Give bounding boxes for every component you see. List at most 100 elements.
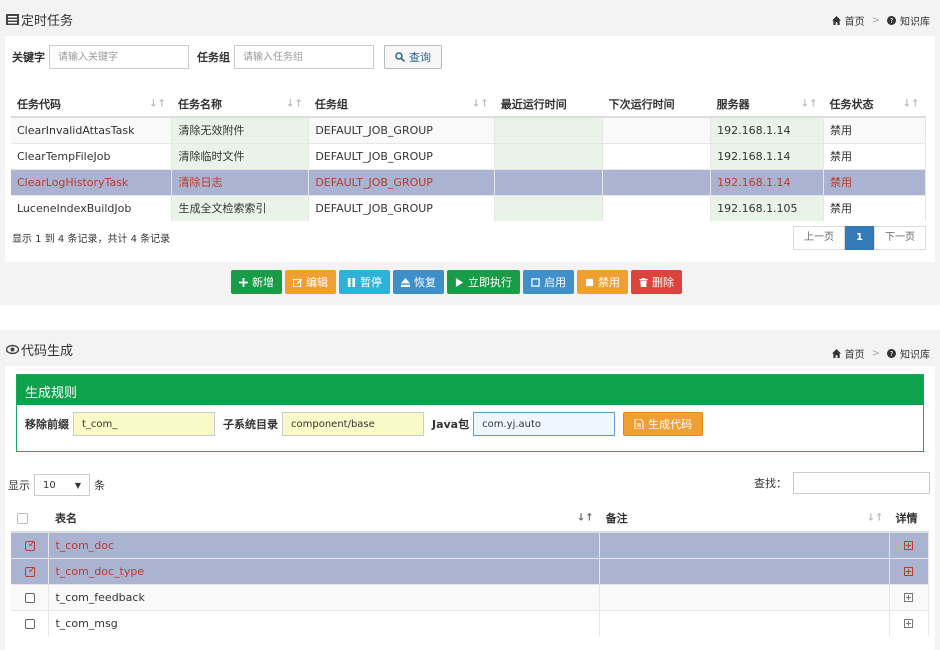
col-label: 任务组 — [314, 97, 348, 111]
pause-button-label: 暂停 — [360, 276, 382, 289]
generate-code-label: 生成代码 — [648, 418, 693, 431]
breadcrumb-separator: > — [871, 15, 880, 26]
query-button[interactable]: 查询 — [384, 45, 442, 69]
query-button-label: 查询 — [409, 51, 431, 64]
table-row[interactable]: ClearTempFileJob 清除临时文件 DEFAULT_JOB_GROU… — [11, 142, 926, 169]
col-remark[interactable]: 备注 ↓↑ — [599, 504, 890, 533]
next-page-button[interactable]: 下一页 — [874, 226, 926, 250]
enable-button-label: 启用 — [544, 276, 566, 289]
run-now-button[interactable]: 立即执行 — [447, 270, 520, 294]
question-icon: ? — [887, 16, 896, 25]
cell-check[interactable]: ✓ — [11, 531, 50, 558]
generate-code-button[interactable]: 生成代码 — [623, 412, 704, 436]
cell-check[interactable] — [11, 609, 50, 636]
cell-code: LuceneIndexBuildJob — [11, 194, 173, 221]
cell-table-name: t_com_doc — [48, 531, 601, 558]
group-input[interactable] — [234, 45, 374, 69]
keyword-input[interactable] — [49, 45, 189, 69]
cell-name: 清除无效附件 — [171, 116, 310, 143]
expand-plus-icon[interactable] — [904, 593, 914, 602]
table-row-selected[interactable]: ClearLogHistoryTask 清除日志 DEFAULT_JOB_GRO… — [11, 168, 926, 195]
breadcrumb-kb[interactable]: 知识库 — [900, 346, 930, 361]
table-row[interactable]: t_com_feedback — [11, 583, 930, 610]
cell-last — [494, 116, 604, 143]
sort-icon: ↓↑ — [286, 98, 303, 109]
table-row-selected[interactable]: ✓ t_com_doc — [11, 531, 930, 558]
page-1-button[interactable]: 1 — [845, 226, 874, 250]
resume-button[interactable]: 恢复 — [393, 270, 444, 294]
list-icon — [6, 14, 19, 25]
breadcrumb-separator: > — [871, 348, 880, 359]
cell-next — [602, 116, 712, 143]
find-input[interactable] — [793, 472, 930, 494]
cell-check[interactable]: ✓ — [11, 557, 50, 584]
col-select-all[interactable] — [11, 504, 49, 533]
cell-detail[interactable] — [889, 583, 930, 610]
col-task-name[interactable]: 任务名称 ↓↑ — [171, 91, 309, 118]
add-button[interactable]: 新增 — [231, 270, 282, 294]
page-title-text: 定时任务 — [21, 14, 74, 29]
cell-remark — [599, 531, 890, 558]
cell-remark — [599, 609, 890, 636]
breadcrumb-home[interactable]: 首页 — [845, 346, 865, 361]
select-all-checkbox[interactable] — [17, 512, 28, 524]
expand-plus-icon[interactable] — [904, 567, 914, 576]
enable-button[interactable]: 启用 — [523, 270, 574, 294]
rules-title: 生成规则 — [17, 375, 923, 405]
col-task-code[interactable]: 任务代码 ↓↑ — [11, 91, 172, 118]
cell-next — [602, 168, 712, 195]
file-icon — [634, 419, 644, 429]
cell-next — [602, 194, 712, 221]
task-table: 任务代码 ↓↑ 任务名称 ↓↑ 任务组 ↓↑ 最近运行时间 下次运行时间 服务器 ↓↑ … — [11, 91, 926, 221]
checked-checkbox-icon[interactable]: ✓ — [24, 539, 36, 551]
col-task-group[interactable]: 任务组 ↓↑ — [308, 91, 495, 118]
checkbox[interactable] — [24, 618, 35, 629]
table-row[interactable]: ClearInvalidAttasTask 清除无效附件 DEFAULT_JOB… — [11, 116, 926, 143]
expand-plus-icon[interactable] — [904, 541, 914, 551]
page-title-text: 代码生成 — [21, 344, 74, 359]
cell-detail[interactable] — [889, 557, 930, 584]
java-package-input[interactable] — [473, 412, 616, 436]
table-row[interactable]: LuceneIndexBuildJob 生成全文检索索引 DEFAULT_JOB… — [11, 194, 926, 221]
cell-detail[interactable] — [889, 609, 930, 636]
cell-table-name: t_com_msg — [48, 609, 601, 636]
subsys-input[interactable] — [282, 412, 424, 436]
checkbox[interactable] — [24, 592, 35, 603]
col-label: 详情 — [895, 511, 918, 525]
col-table-name[interactable]: 表名 ↓↑ — [48, 504, 600, 533]
disable-button[interactable]: 禁用 — [577, 270, 628, 294]
cell-name: 清除临时文件 — [171, 142, 310, 169]
cell-last — [494, 142, 604, 169]
col-status[interactable]: 任务状态 ↓↑ — [823, 91, 926, 118]
sort-asc-icon: ↓↑ — [576, 512, 594, 523]
table-row[interactable]: t_com_msg — [11, 609, 930, 636]
cell-group: DEFAULT_JOB_GROUP — [308, 116, 496, 143]
prefix-label: 移除前缀 — [25, 418, 69, 431]
page-title: 代码生成 — [6, 340, 73, 359]
search-bar: 关键字 任务组 查询 — [12, 45, 442, 69]
home-icon — [831, 349, 841, 358]
table-row-selected[interactable]: ✓ t_com_doc_type — [11, 557, 930, 584]
col-label: 任务名称 — [177, 97, 222, 111]
breadcrumb-kb[interactable]: 知识库 — [900, 13, 930, 28]
pause-button[interactable]: 暂停 — [339, 270, 390, 294]
checked-checkbox-icon[interactable]: ✓ — [24, 565, 36, 577]
cell-code: ClearTempFileJob — [11, 142, 173, 169]
cell-detail[interactable] — [889, 531, 930, 558]
breadcrumb-home[interactable]: 首页 — [845, 13, 865, 28]
page-size-value: 10 — [43, 479, 56, 491]
delete-button[interactable]: 删除 — [631, 270, 682, 294]
plus-icon — [239, 277, 248, 287]
prefix-input[interactable] — [73, 412, 215, 436]
prev-page-button[interactable]: 上一页 — [793, 226, 846, 250]
expand-plus-icon[interactable] — [904, 619, 914, 629]
cell-check[interactable] — [11, 583, 50, 610]
code-generation-panel: 代码生成 首页 > ? 知识库 生成规则 移除前缀 子系统目录 Java包 生成… — [0, 330, 940, 650]
show-label: 显示 — [8, 479, 30, 492]
cell-table-name: t_com_feedback — [48, 583, 601, 610]
col-server[interactable]: 服务器 ↓↑ — [710, 91, 824, 118]
page-size-select[interactable]: 10 ▼ — [34, 474, 90, 496]
cell-name: 清除日志 — [171, 168, 310, 195]
edit-button[interactable]: 编辑 — [285, 270, 336, 294]
pkg-label: Java包 — [432, 418, 470, 431]
